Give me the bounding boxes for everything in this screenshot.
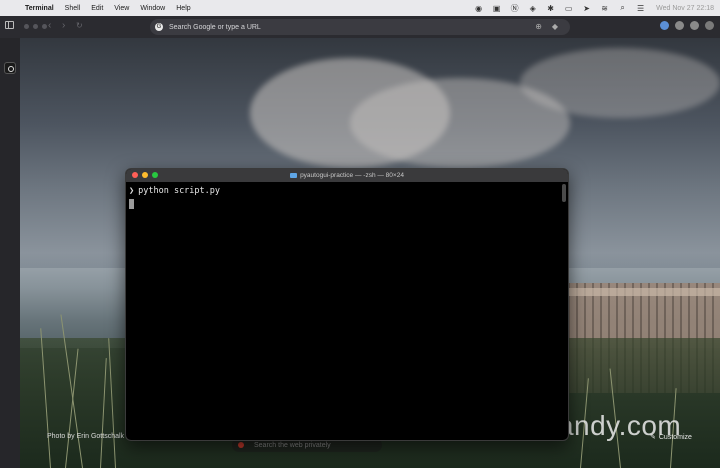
search-pill-text: Search the web privately (254, 441, 331, 449)
menu-shell[interactable]: Shell (65, 5, 81, 12)
extension-icon[interactable]: ◈ (528, 4, 537, 13)
notion-icon[interactable]: Ⓝ (510, 4, 519, 13)
menu-view[interactable]: View (114, 5, 129, 12)
status-area: ◉ ▣ Ⓝ ◈ ✱ ▭ ➤ ≋ ⌕ ☰ Wed Nov 27 22:18 (474, 3, 714, 13)
bluetooth-icon[interactable]: ✱ (546, 4, 555, 13)
extension-icon[interactable] (660, 21, 669, 30)
tab-favicon-icon[interactable] (4, 62, 16, 74)
menu-app-name[interactable]: Terminal (25, 5, 54, 12)
url-placeholder: Search Google or type a URL (169, 23, 261, 31)
wifi-icon[interactable]: ≋ (600, 4, 609, 13)
record-icon[interactable]: ◉ (474, 4, 483, 13)
menu-window[interactable]: Window (140, 5, 165, 12)
cloud-shape (520, 48, 720, 118)
search-engine-icon (238, 442, 244, 448)
maximize-icon[interactable] (152, 172, 158, 178)
battery-icon[interactable]: ▭ (564, 4, 573, 13)
customize-button[interactable]: ✎ Customize (650, 433, 692, 442)
customize-label: Customize (658, 433, 692, 441)
minimize-icon[interactable] (142, 172, 148, 178)
zoom-icon[interactable]: ⊕ (535, 22, 542, 31)
menubar-clock[interactable]: Wed Nov 27 22:18 (656, 5, 714, 12)
forward-icon[interactable]: › (62, 20, 65, 31)
vertical-tab-sidebar (0, 38, 20, 468)
terminal-title: pyautogui-practice — -zsh — 80×24 (300, 172, 404, 179)
text-cursor (129, 198, 134, 209)
sidebar-toggle-icon[interactable] (5, 21, 16, 32)
extension-icon[interactable] (690, 21, 699, 30)
control-center-icon[interactable]: ☰ (636, 4, 645, 13)
command-line: ❯ python script.py (129, 185, 565, 197)
menu-edit[interactable]: Edit (91, 5, 103, 12)
browser-window-controls (24, 24, 47, 29)
browser-extensions (660, 21, 714, 30)
terminal-content[interactable]: ❯ python script.py (126, 182, 568, 212)
command-text: python script.py (138, 186, 221, 196)
back-icon[interactable]: ‹ (48, 20, 51, 31)
shield-icon[interactable]: ◆ (552, 22, 558, 31)
extension-icon[interactable] (675, 21, 684, 30)
close-icon[interactable] (24, 24, 29, 29)
close-icon[interactable] (132, 172, 138, 178)
minimize-icon[interactable] (33, 24, 38, 29)
screen-icon[interactable]: ▣ (492, 4, 501, 13)
terminal-scrollbar[interactable] (562, 184, 566, 202)
send-icon[interactable]: ➤ (582, 4, 591, 13)
search-icon[interactable]: ⌕ (618, 3, 627, 13)
maximize-icon[interactable] (42, 24, 47, 29)
menu-icon[interactable] (705, 21, 714, 30)
folder-icon (290, 173, 298, 178)
terminal-window[interactable]: pyautogui-practice — -zsh — 80×24 ❯ pyth… (125, 168, 569, 441)
menu-bar: Terminal Shell Edit View Window Help ◉ ▣… (0, 0, 720, 16)
menu-help[interactable]: Help (176, 5, 190, 12)
reload-icon[interactable]: ↻ (76, 21, 83, 30)
browser-toolbar: ‹ › ↻ G Search Google or type a URL ⊕ ◆ (0, 16, 720, 38)
cursor-line (129, 197, 565, 209)
url-bar[interactable]: G Search Google or type a URL ⊕ ◆ (150, 19, 570, 35)
pencil-icon: ✎ (650, 434, 656, 441)
window-controls (132, 172, 158, 178)
google-icon: G (155, 23, 163, 31)
photo-credit[interactable]: Photo by Erin Gottschalk (47, 433, 124, 440)
prompt-symbol: ❯ (129, 186, 135, 196)
terminal-titlebar[interactable]: pyautogui-practice — -zsh — 80×24 (126, 169, 568, 182)
